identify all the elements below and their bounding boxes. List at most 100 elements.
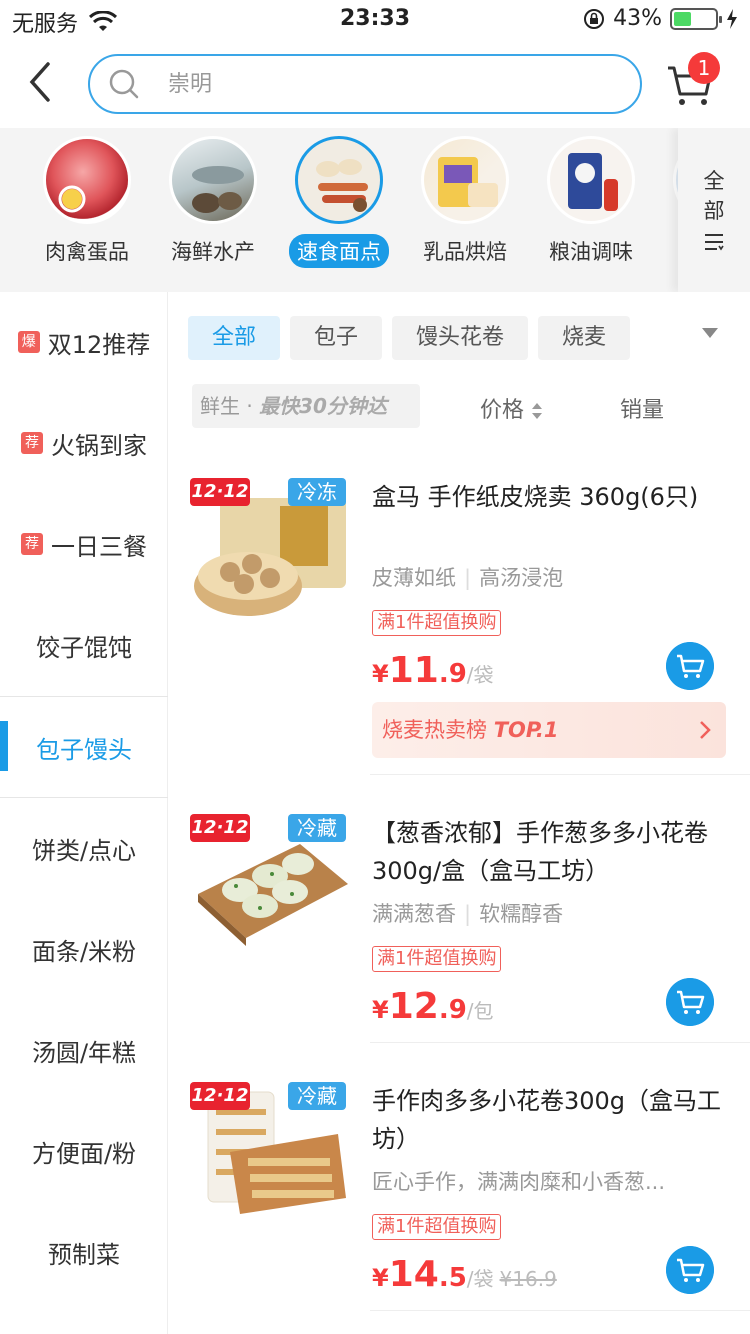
category-meat-image bbox=[43, 136, 131, 224]
search-icon bbox=[109, 69, 139, 99]
chilled-badge: 冷藏 bbox=[288, 1082, 346, 1110]
list-menu-icon bbox=[705, 234, 724, 251]
nav-item-noodles[interactable]: 面条/米粉 bbox=[0, 899, 168, 999]
frozen-badge: 冷冻 bbox=[288, 478, 346, 506]
nav-item-prepared-dishes[interactable]: 预制菜 bbox=[0, 1202, 168, 1302]
sort-price-button[interactable]: 价格 bbox=[480, 392, 543, 424]
nav-label: 汤圆/年糕 bbox=[31, 1038, 137, 1067]
category-label: 肉禽蛋品 bbox=[45, 240, 129, 264]
product-title: 手作肉多多小花卷300g（盒马工坊） bbox=[372, 1087, 722, 1153]
add-to-cart-button[interactable] bbox=[666, 978, 714, 1026]
product-card[interactable]: 12·12 冷藏 手作肉多多小花卷300g（盒马工坊） 匠心手作，满满肉糜和小香… bbox=[190, 1082, 750, 1312]
nav-label: 双12推荐 bbox=[47, 330, 151, 359]
category-dairy-image bbox=[421, 136, 509, 224]
status-bar: 无服务 23:33 43% bbox=[0, 0, 750, 40]
nav-item-three-meals[interactable]: 荐 一日三餐 bbox=[0, 494, 168, 594]
status-right: 43% bbox=[583, 6, 738, 31]
product-card[interactable]: 12·12 冷藏 【葱香浓郁】手作葱多多小花卷 300g/盒（盒马工坊） 满满葱… bbox=[190, 814, 750, 1034]
tab-baozi[interactable]: 包子 bbox=[290, 316, 383, 360]
product-desc: 满满葱香 | 软糯醇香 bbox=[372, 902, 564, 926]
nav-label: 火锅到家 bbox=[51, 431, 147, 460]
nav-label: 一日三餐 bbox=[51, 532, 147, 561]
all-categories-button[interactable]: 全 部 bbox=[678, 128, 750, 292]
category-label: 粮油调味 bbox=[549, 240, 633, 264]
promo-tag: 满1件超值换购 bbox=[372, 1214, 502, 1240]
chevron-right-icon bbox=[700, 721, 711, 739]
add-to-cart-button[interactable] bbox=[666, 1246, 714, 1294]
chilled-badge: 冷藏 bbox=[288, 814, 346, 842]
triangle-down-icon[interactable] bbox=[700, 326, 720, 340]
nav-label: 面条/米粉 bbox=[31, 937, 137, 966]
ranking-banner[interactable]: 烧麦热卖榜 TOP.1 bbox=[372, 702, 726, 758]
nav-item-dumplings[interactable]: 饺子馄饨 bbox=[0, 595, 168, 695]
category-quickfood-image bbox=[295, 136, 383, 224]
nav-label: 包子馒头 bbox=[36, 735, 132, 764]
fresh-emph: 最快30分钟达 bbox=[259, 394, 387, 418]
category-strip: 肉禽蛋品 海鲜水产 速食面点 乳品烘焙 粮油调味 全 部 bbox=[0, 128, 750, 292]
add-to-cart-button[interactable] bbox=[666, 642, 714, 690]
product-card[interactable]: 12·12 冷冻 盒马 手作纸皮烧卖 360g(6只) 皮薄如纸 | 高汤浸泡 满1… bbox=[190, 478, 750, 768]
category-seafood[interactable]: 海鲜水产 bbox=[158, 136, 268, 268]
category-grain-image bbox=[547, 136, 635, 224]
product-desc: 皮薄如纸 | 高汤浸泡 bbox=[372, 566, 564, 590]
original-price: ¥16.9 bbox=[499, 1267, 557, 1291]
search-input[interactable] bbox=[168, 64, 608, 104]
recommend-tag: 荐 bbox=[21, 432, 43, 454]
promo-1212-badge: 12·12 bbox=[190, 478, 250, 506]
sort-sales-button[interactable]: 销量 bbox=[620, 392, 664, 424]
tab-all[interactable]: 全部 bbox=[188, 316, 281, 360]
promo-tag: 满1件超值换购 bbox=[372, 610, 502, 636]
product-price: ¥14.5/袋 ¥16.9 bbox=[372, 1254, 557, 1295]
sort-arrows-icon bbox=[532, 403, 543, 419]
rank-text: 烧麦热卖榜 bbox=[382, 718, 494, 742]
recommend-tag: 荐 bbox=[21, 533, 43, 555]
battery-percent: 43% bbox=[613, 6, 662, 31]
nav-item-double12[interactable]: 爆 双12推荐 bbox=[0, 292, 168, 392]
sub-tab-bar: 全部 包子 馒头花卷 烧麦 bbox=[188, 316, 688, 360]
header bbox=[0, 40, 750, 128]
battery-icon bbox=[670, 7, 722, 30]
rank-top: TOP.1 bbox=[493, 718, 559, 742]
fresh-delivery-filter[interactable]: 鲜生 · 最快30分钟达 bbox=[192, 384, 420, 428]
sort-price-label: 价格 bbox=[480, 398, 525, 423]
category-label: 速食面点 bbox=[289, 234, 389, 268]
search-bar[interactable] bbox=[88, 54, 642, 114]
category-label: 海鲜水产 bbox=[171, 240, 255, 264]
divider bbox=[370, 1310, 750, 1311]
product-desc: 匠心手作，满满肉糜和小香葱... bbox=[372, 1170, 666, 1194]
all-label-line1: 全 bbox=[703, 169, 725, 193]
nav-label: 预制菜 bbox=[48, 1240, 120, 1269]
back-icon[interactable] bbox=[26, 62, 56, 102]
category-dairy-bakery[interactable]: 乳品烘焙 bbox=[410, 136, 520, 268]
nav-item-buns[interactable]: 包子馒头 bbox=[0, 696, 168, 798]
nav-item-pastry[interactable]: 饼类/点心 bbox=[0, 798, 168, 898]
divider bbox=[370, 1042, 750, 1043]
promo-1212-badge: 12·12 bbox=[190, 1082, 250, 1110]
nav-label: 饼类/点心 bbox=[31, 836, 137, 865]
hot-tag: 爆 bbox=[17, 331, 40, 353]
nav-item-hotpot[interactable]: 荐 火锅到家 bbox=[0, 393, 168, 493]
category-meat-eggs[interactable]: 肉禽蛋品 bbox=[32, 136, 142, 268]
divider bbox=[370, 774, 750, 775]
tab-shaomai[interactable]: 烧麦 bbox=[538, 316, 631, 360]
nav-label: 方便面/粉 bbox=[31, 1139, 137, 1168]
category-label: 乳品烘焙 bbox=[423, 240, 507, 264]
nav-label: 饺子馄饨 bbox=[36, 633, 132, 662]
product-title: 盒马 手作纸皮烧卖 360g(6只) bbox=[372, 483, 699, 511]
category-grain-oil[interactable]: 粮油调味 bbox=[536, 136, 646, 268]
tab-mantou[interactable]: 馒头花卷 bbox=[392, 316, 529, 360]
promo-tag: 满1件超值换购 bbox=[372, 946, 502, 972]
nav-item-tangyuan[interactable]: 汤圆/年糕 bbox=[0, 1000, 168, 1100]
category-seafood-image bbox=[169, 136, 257, 224]
product-price: ¥11.9/袋 bbox=[372, 650, 494, 691]
category-quick-food[interactable]: 速食面点 bbox=[284, 136, 394, 268]
rotation-lock-icon bbox=[584, 8, 605, 29]
charging-icon bbox=[727, 8, 737, 29]
fresh-label: 鲜生 · bbox=[200, 394, 260, 418]
promo-1212-badge: 12·12 bbox=[190, 814, 250, 842]
product-price: ¥12.9/包 bbox=[372, 986, 494, 1027]
nav-item-instant-noodles[interactable]: 方便面/粉 bbox=[0, 1101, 168, 1201]
product-title: 【葱香浓郁】手作葱多多小花卷 300g/盒（盒马工坊） bbox=[372, 819, 708, 885]
left-category-nav: 爆 双12推荐 荐 火锅到家 荐 一日三餐 饺子馄饨 包子馒头 饼类/点心 面条… bbox=[0, 292, 168, 1334]
all-label-line2: 部 bbox=[703, 199, 725, 223]
